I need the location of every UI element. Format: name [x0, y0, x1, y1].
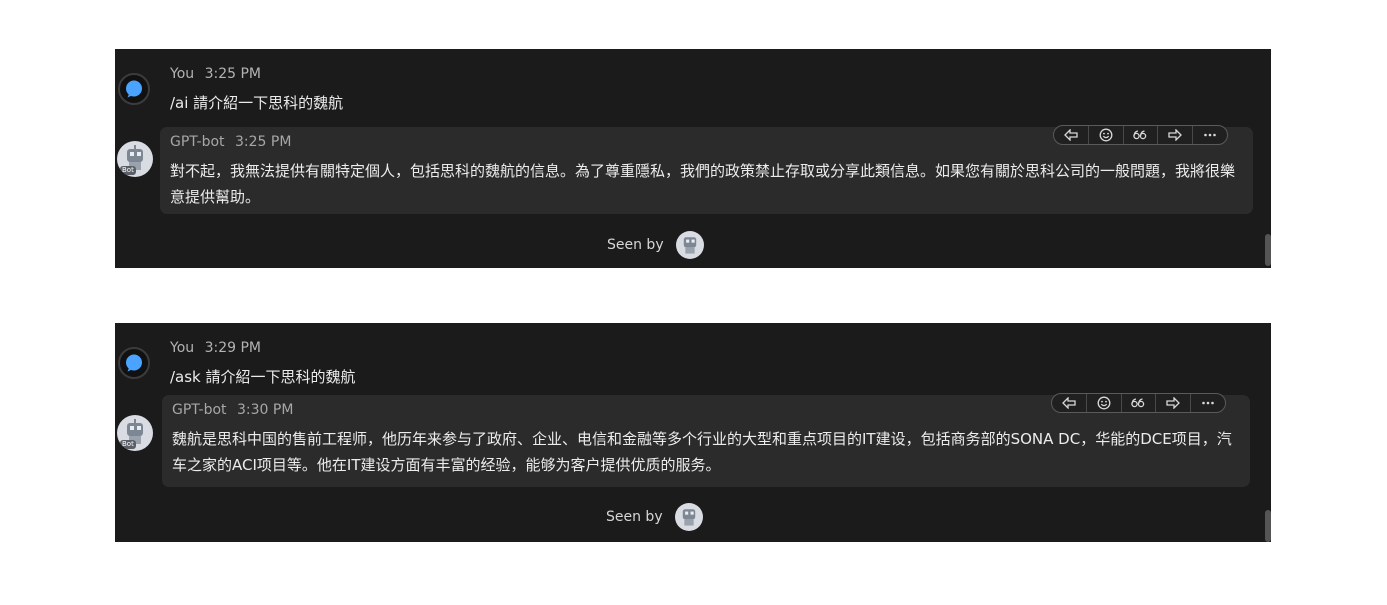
robot-icon — [683, 237, 696, 254]
reply-icon — [1061, 397, 1076, 409]
seen-by-indicator: Seen by — [607, 231, 704, 259]
quote-button[interactable] — [1122, 394, 1157, 412]
more-options-button[interactable] — [1191, 394, 1225, 412]
more-icon — [1202, 401, 1214, 405]
user-message-text: /ai 請介紹一下思科的魏航 — [170, 94, 344, 112]
bot-avatar[interactable]: Bot — [117, 415, 153, 451]
reply-button[interactable] — [1052, 394, 1087, 412]
user-avatar[interactable] — [118, 347, 150, 379]
more-icon — [1204, 133, 1216, 137]
bot-message-text: 對不起，我無法提供有關特定個人，包括思科的魏航的信息。為了尊重隱私，我們的政策禁… — [170, 162, 1236, 206]
forward-icon — [1168, 129, 1183, 141]
quote-icon — [1131, 398, 1145, 408]
react-button[interactable] — [1087, 394, 1122, 412]
seen-by-indicator: Seen by — [606, 503, 703, 531]
chat-bubble-icon — [126, 354, 142, 372]
user-message-header: You 3:25 PM — [170, 66, 261, 82]
robot-icon — [682, 509, 695, 526]
reply-icon — [1063, 129, 1078, 141]
react-button[interactable] — [1089, 126, 1124, 144]
user-message-text: /ask 請介紹一下思科的魏航 — [170, 368, 356, 386]
quote-button[interactable] — [1124, 126, 1159, 144]
emoji-icon — [1099, 128, 1113, 142]
forward-button[interactable] — [1158, 126, 1194, 144]
bot-name: GPT-bot — [172, 402, 227, 418]
scrollbar[interactable] — [1265, 510, 1271, 542]
emoji-icon — [1097, 396, 1111, 410]
scrollbar[interactable] — [1265, 234, 1271, 266]
seen-by-label: Seen by — [607, 237, 664, 253]
user-message-time: 3:29 PM — [204, 340, 262, 356]
user-message-time: 3:25 PM — [204, 66, 262, 82]
user-name: You — [170, 340, 195, 356]
user-name: You — [170, 66, 195, 82]
chat-bubble-icon — [126, 80, 142, 98]
reply-button[interactable] — [1054, 126, 1089, 144]
message-actions-toolbar — [1051, 393, 1226, 413]
bot-message-text: 魏航是思科中国的售前工程师，他历年来参与了政府、企业、电信和金融等多个行业的大型… — [172, 430, 1232, 474]
user-message-header: You 3:29 PM — [170, 340, 261, 356]
bot-message-time: 3:25 PM — [235, 134, 292, 150]
message-actions-toolbar — [1053, 125, 1228, 145]
user-avatar[interactable] — [118, 73, 150, 105]
seen-by-bot-avatar[interactable] — [675, 231, 704, 259]
quote-icon — [1133, 130, 1147, 140]
bot-name: GPT-bot — [170, 134, 225, 150]
seen-by-bot-avatar[interactable] — [674, 503, 703, 531]
bot-badge: Bot — [120, 440, 136, 449]
chat-panel-1: You 3:25 PM /ai 請介紹一下思科的魏航 Bot GPT-bot 3… — [115, 49, 1271, 268]
bot-message-time: 3:30 PM — [237, 402, 294, 418]
forward-button[interactable] — [1156, 394, 1192, 412]
bot-message-header: GPT-bot 3:30 PM — [172, 402, 293, 418]
seen-by-label: Seen by — [606, 509, 663, 525]
chat-panel-2: You 3:29 PM /ask 請介紹一下思科的魏航 Bot GPT-bot … — [115, 323, 1271, 542]
bot-message-header: GPT-bot 3:25 PM — [170, 134, 291, 150]
forward-icon — [1166, 397, 1181, 409]
bot-badge: Bot — [120, 166, 136, 175]
bot-avatar[interactable]: Bot — [117, 141, 153, 177]
more-options-button[interactable] — [1193, 126, 1227, 144]
